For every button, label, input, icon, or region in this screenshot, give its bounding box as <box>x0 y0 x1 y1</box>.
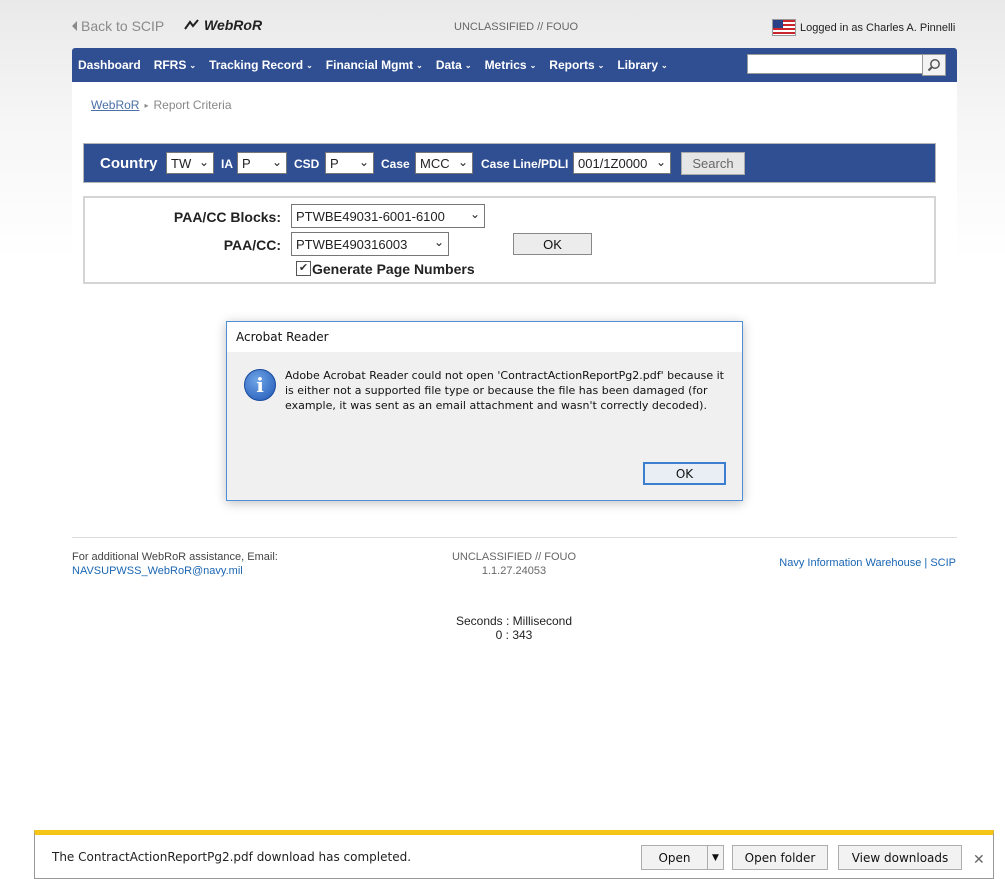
country-label: Country <box>100 155 158 172</box>
main-nav: Dashboard RFRS ⌄ Tracking Record ⌄ Financial … <box>72 48 957 82</box>
footer-email-link[interactable]: NAVSUPWSS_WebRoR@navy.mil <box>72 565 243 577</box>
logo-icon <box>184 19 199 30</box>
footer-link-separator: | <box>924 557 928 569</box>
nav-search-button[interactable] <box>922 54 946 76</box>
nav-item-label: Library <box>617 58 659 72</box>
footer-classification: UNCLASSIFIED // FOUO <box>451 551 577 563</box>
user-info: Logged in as Charles A. Pinnelli <box>772 19 955 36</box>
footer-center: UNCLASSIFIED // FOUO 1.1.27.24053 <box>430 550 598 578</box>
nav-search-input[interactable] <box>747 54 923 74</box>
paacc-label: PAA/CC: <box>223 237 281 253</box>
breadcrumb-root-link[interactable]: WebRoR <box>91 98 139 112</box>
classification-banner: UNCLASSIFIED // FOUO <box>454 21 579 33</box>
ia-select[interactable]: P ⌄ <box>237 152 287 174</box>
timing-label: Seconds : Millisecond <box>455 614 573 628</box>
breadcrumb-separator-icon: ▸ <box>144 100 149 110</box>
paacc-blocks-label: PAA/CC Blocks: <box>173 209 281 225</box>
acrobat-error-dialog: Acrobat Reader i Adobe Acrobat Reader co… <box>226 321 743 501</box>
breadcrumb-current: Report Criteria <box>153 98 232 112</box>
back-label: Back to SCIP <box>81 18 165 34</box>
page-numbers-label: Generate Page Numbers <box>312 261 475 277</box>
nav-item-label: Data <box>435 58 462 72</box>
download-notification-bar: The ContractActionReportPg2.pdf download… <box>34 830 994 879</box>
open-folder-button[interactable]: Open folder <box>732 845 828 870</box>
download-message: The ContractActionReportPg2.pdf download… <box>52 850 412 864</box>
nav-item-metrics[interactable]: Metrics ⌄ <box>485 58 537 72</box>
user-label: Logged in as Charles A. Pinnelli <box>800 21 956 34</box>
page-numbers-checkbox[interactable]: ✔ <box>296 261 311 276</box>
chevron-down-icon: ⌄ <box>416 60 423 70</box>
breadcrumb: WebRoR ▸ Report Criteria <box>91 98 232 112</box>
ia-label: IA <box>221 157 233 171</box>
view-downloads-button[interactable]: View downloads <box>838 845 962 870</box>
report-criteria-box: PAA/CC Blocks: PTWBE49031-6001-6100 ⌄ PAA… <box>83 196 936 284</box>
chevron-down-icon: ⌄ <box>433 235 444 249</box>
country-select[interactable]: TW ⌄ <box>166 152 214 174</box>
dialog-ok-button[interactable]: OK <box>643 462 726 485</box>
chevron-down-icon: ⌄ <box>358 155 369 169</box>
footer-links: Navy Information Warehouse | SCIP <box>750 557 956 569</box>
us-flag-icon <box>772 19 796 36</box>
nav-item-financial-mgmt[interactable]: Financial Mgmt ⌄ <box>326 58 423 72</box>
app-logo[interactable]: WebRoR <box>184 17 262 33</box>
chevron-down-icon: ⌄ <box>198 155 209 169</box>
dialog-title: Acrobat Reader <box>227 322 742 352</box>
chevron-down-icon: ⌄ <box>661 60 668 70</box>
nav-item-rfrs[interactable]: RFRS ⌄ <box>154 58 196 72</box>
nav-item-label: Reports <box>549 58 595 72</box>
timing-readout: Seconds : Millisecond 0 : 343 <box>440 614 588 642</box>
timing-value: 0 : 343 <box>495 628 533 642</box>
nav-item-label: Tracking Record <box>209 58 304 72</box>
footer-help: For additional WebRoR assistance, Email:… <box>72 550 278 578</box>
nav-item-label: Dashboard <box>78 58 141 72</box>
close-icon[interactable]: ✕ <box>973 851 985 868</box>
footer-version: 1.1.27.24053 <box>481 565 547 577</box>
back-to-scip-link[interactable]: Back to SCIP <box>72 18 164 34</box>
caseline-select[interactable]: 001/1Z0000 ⌄ <box>573 152 671 174</box>
info-icon: i <box>244 369 276 401</box>
nav-item-label: Financial Mgmt <box>325 58 414 72</box>
csd-select[interactable]: P ⌄ <box>325 152 374 174</box>
nav-item-reports[interactable]: Reports ⌄ <box>549 58 604 72</box>
dialog-message: Adobe Acrobat Reader could not open 'Con… <box>285 369 724 412</box>
chevron-down-icon: ⌄ <box>464 60 472 70</box>
case-select[interactable]: MCC ⌄ <box>415 152 473 174</box>
chevron-down-icon: ⌄ <box>469 207 480 221</box>
criteria-ok-button[interactable]: OK <box>513 233 592 255</box>
caseline-label: Case Line/PDLI <box>481 157 569 171</box>
open-button[interactable]: Open <box>641 845 708 870</box>
csd-label: CSD <box>294 157 320 171</box>
nav-item-data[interactable]: Data ⌄ <box>436 58 472 72</box>
paacc-select[interactable]: PTWBE490316003 ⌄ <box>291 232 449 256</box>
paacc-blocks-select[interactable]: PTWBE49031-6001-6100 ⌄ <box>291 204 485 228</box>
open-dropdown-button[interactable]: ▼ <box>707 845 724 870</box>
case-label: Case <box>381 157 410 171</box>
case-filter-bar: Country TW ⌄ IA P ⌄ CSD P ⌄ Case MCC ⌄ Case … <box>83 143 936 183</box>
chevron-down-icon: ⌄ <box>271 155 282 169</box>
nav-item-label: RFRS <box>153 58 187 72</box>
chevron-left-icon <box>72 21 77 31</box>
nav-items: Dashboard RFRS ⌄ Tracking Record ⌄ Financial … <box>78 48 681 82</box>
chevron-down-icon: ⌄ <box>655 155 666 169</box>
chevron-down-icon: ⌄ <box>306 60 313 70</box>
search-button[interactable]: Search <box>681 152 745 175</box>
footer-help-text: For additional WebRoR assistance, Email: <box>72 551 278 563</box>
footer-niw-link[interactable]: Navy Information Warehouse <box>779 557 921 569</box>
chevron-down-icon: ⌄ <box>529 60 537 70</box>
app-name: WebRoR <box>204 17 263 33</box>
footer-scip-link[interactable]: SCIP <box>930 557 956 569</box>
nav-item-label: Metrics <box>484 58 527 72</box>
footer-divider <box>72 537 957 538</box>
chevron-down-icon: ⌄ <box>189 60 197 70</box>
nav-item-dashboard[interactable]: Dashboard <box>78 58 141 72</box>
checkmark-icon: ✔ <box>298 262 309 274</box>
nav-item-library[interactable]: Library ⌄ <box>617 58 667 72</box>
nav-item-tracking-record[interactable]: Tracking Record ⌄ <box>209 58 313 72</box>
chevron-down-icon: ▼ <box>712 852 719 863</box>
chevron-down-icon: ⌄ <box>457 155 468 169</box>
chevron-down-icon: ⌄ <box>597 60 605 70</box>
search-icon <box>927 59 940 72</box>
